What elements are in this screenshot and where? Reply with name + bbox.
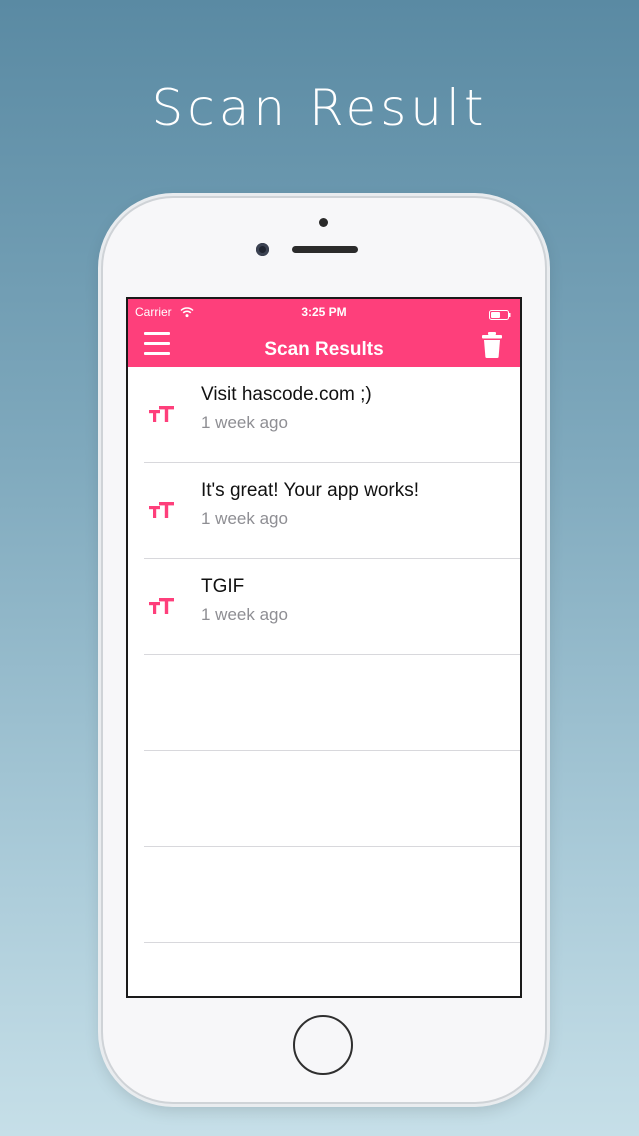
result-text: It's great! Your app works!	[201, 480, 420, 501]
status-time: 3:25 PM	[301, 305, 347, 319]
text-type-icon	[148, 403, 176, 427]
home-button[interactable]	[293, 1015, 353, 1075]
list-item[interactable]: It's great! Your app works! 1 week ago	[144, 463, 520, 559]
scan-results-list: Visit hascode.com ;) 1 week ago It's gre…	[128, 367, 520, 943]
empty-row	[144, 655, 520, 751]
text-type-icon	[148, 499, 176, 523]
result-text: TGIF	[201, 576, 245, 597]
navigation-bar: Carrier 3:25 PM Scan Results	[128, 299, 520, 367]
result-timestamp: 1 week ago	[201, 605, 288, 624]
status-bar: Carrier 3:25 PM	[128, 299, 520, 321]
empty-row	[144, 847, 520, 943]
result-timestamp: 1 week ago	[201, 509, 288, 528]
text-type-icon	[148, 595, 176, 619]
phone-screen: Carrier 3:25 PM Scan Results Visit hasco…	[126, 297, 522, 998]
nav-title: Scan Results	[264, 339, 384, 360]
list-item[interactable]: Visit hascode.com ;) 1 week ago	[144, 367, 520, 463]
battery-icon	[489, 307, 511, 320]
proximity-sensor	[319, 218, 328, 227]
list-item[interactable]: TGIF 1 week ago	[144, 559, 520, 655]
marketing-headline: Scan Result	[151, 79, 488, 137]
result-timestamp: 1 week ago	[201, 413, 288, 432]
empty-row	[144, 751, 520, 847]
result-text: Visit hascode.com ;)	[201, 384, 372, 405]
front-camera	[256, 243, 269, 256]
trash-icon[interactable]	[480, 331, 504, 359]
phone-power-button	[545, 370, 550, 430]
earpiece-speaker	[292, 246, 358, 253]
